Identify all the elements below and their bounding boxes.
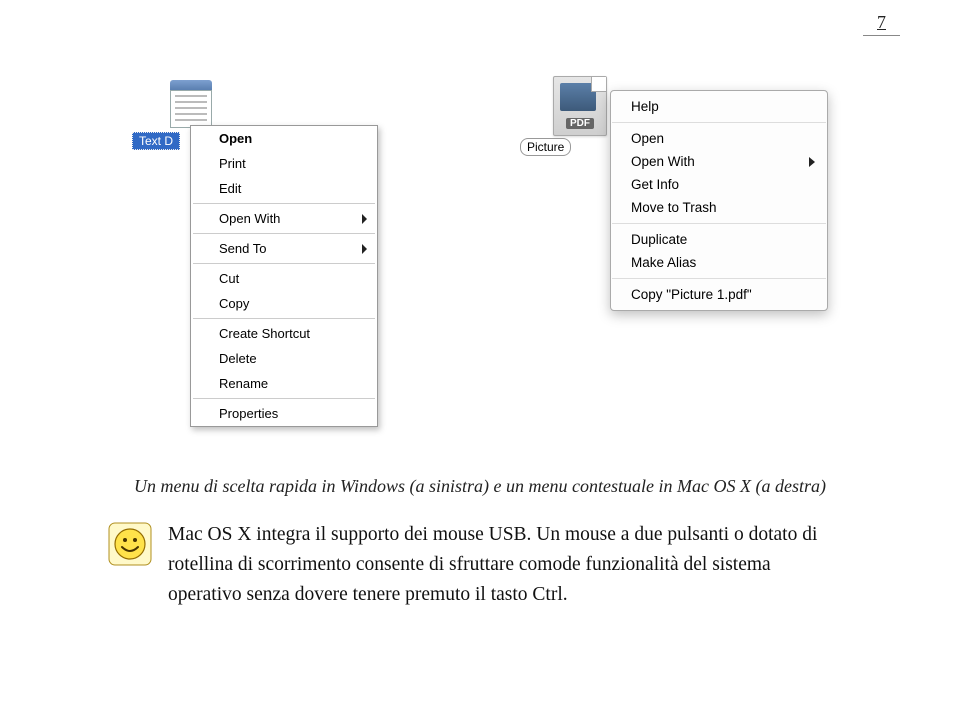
text-file-label[interactable]: Text D xyxy=(132,132,180,150)
menu-separator xyxy=(193,263,375,264)
pdf-file-label[interactable]: Picture xyxy=(520,138,571,156)
menu-separator xyxy=(612,278,826,279)
menu-separator xyxy=(193,203,375,204)
tip-text: Mac OS X integra il supporto dei mouse U… xyxy=(168,520,848,611)
menu-item-move-to-trash[interactable]: Move to Trash xyxy=(611,196,827,219)
tip-block: Mac OS X integra il supporto dei mouse U… xyxy=(108,520,848,611)
menu-item-open-with[interactable]: Open With xyxy=(191,206,377,231)
windows-context-menu: Open Print Edit Open With Send To Cut Co… xyxy=(190,125,378,427)
menu-item-label: Open With xyxy=(631,154,695,169)
page-number: 7 xyxy=(863,10,900,36)
menu-item-create-shortcut[interactable]: Create Shortcut xyxy=(191,321,377,346)
menu-separator xyxy=(193,398,375,399)
menu-item-copy[interactable]: Copy xyxy=(191,291,377,316)
menu-separator xyxy=(193,233,375,234)
menu-item-print[interactable]: Print xyxy=(191,151,377,176)
figure-caption: Un menu di scelta rapida in Windows (a s… xyxy=(120,476,840,497)
menu-item-properties[interactable]: Properties xyxy=(191,401,377,426)
submenu-arrow-icon xyxy=(362,214,367,224)
menu-item-cut[interactable]: Cut xyxy=(191,266,377,291)
pdf-badge: PDF xyxy=(566,118,594,129)
menu-separator xyxy=(612,223,826,224)
menu-separator xyxy=(612,122,826,123)
mac-context-menu: Help Open Open With Get Info Move to Tra… xyxy=(610,90,828,311)
menu-item-duplicate[interactable]: Duplicate xyxy=(611,228,827,251)
menu-item-open[interactable]: Open xyxy=(191,126,377,151)
menu-item-make-alias[interactable]: Make Alias xyxy=(611,251,827,274)
menu-item-label: Open With xyxy=(219,211,280,226)
menu-separator xyxy=(193,318,375,319)
menu-item-rename[interactable]: Rename xyxy=(191,371,377,396)
menu-item-delete[interactable]: Delete xyxy=(191,346,377,371)
menu-item-get-info[interactable]: Get Info xyxy=(611,173,827,196)
menu-item-open-with[interactable]: Open With xyxy=(611,150,827,173)
menu-item-send-to[interactable]: Send To xyxy=(191,236,377,261)
submenu-arrow-icon xyxy=(362,244,367,254)
menu-item-label: Send To xyxy=(219,241,266,256)
submenu-arrow-icon xyxy=(809,157,815,167)
menu-item-copy-file[interactable]: Copy "Picture 1.pdf" xyxy=(611,283,827,306)
pdf-file-icon: PDF xyxy=(553,76,607,138)
smiley-icon xyxy=(108,522,152,566)
menu-item-open[interactable]: Open xyxy=(611,127,827,150)
menu-item-help[interactable]: Help xyxy=(611,95,827,118)
menu-item-edit[interactable]: Edit xyxy=(191,176,377,201)
